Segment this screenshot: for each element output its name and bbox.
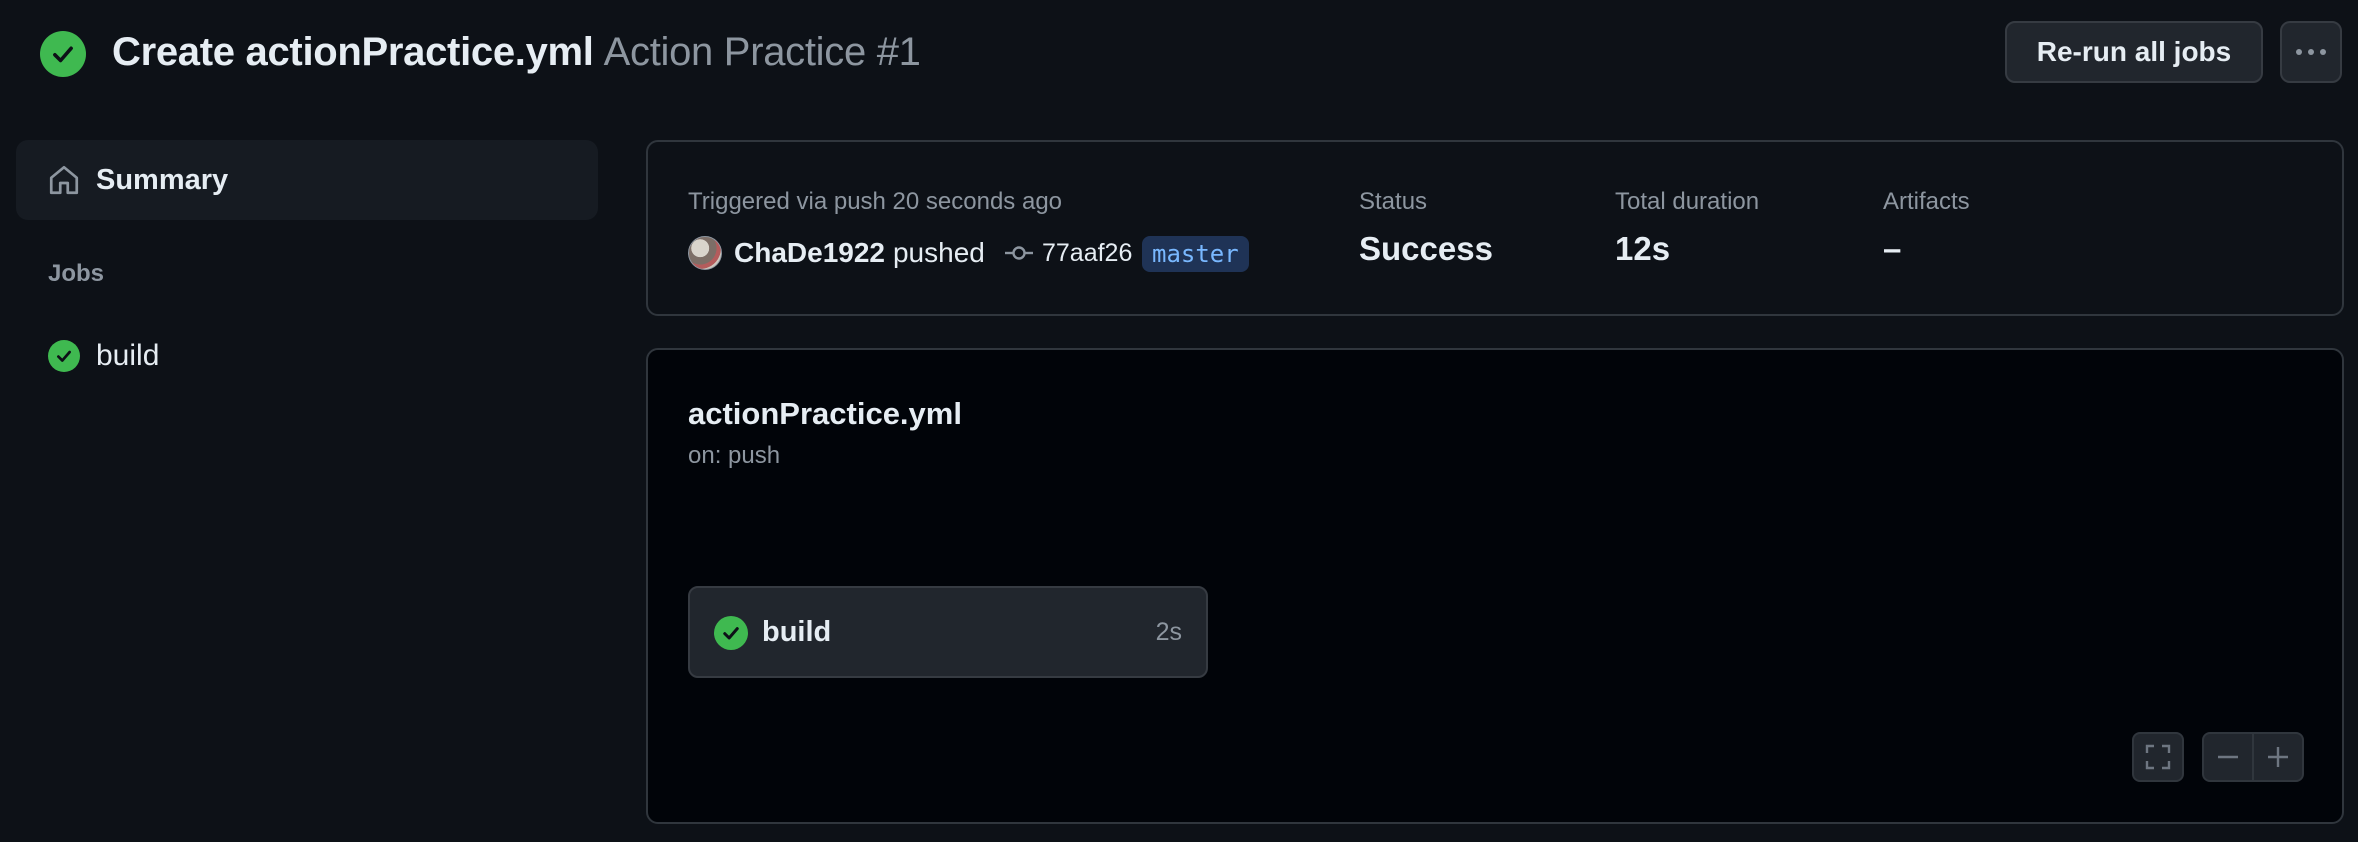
plus-icon <box>2267 747 2288 767</box>
status-value: Success <box>1359 230 1493 267</box>
fullscreen-button[interactable] <box>2132 732 2184 782</box>
job-duration: 2s <box>1155 617 1182 646</box>
push-verb: pushed <box>892 237 985 268</box>
zoom-out-button[interactable] <box>2204 734 2252 780</box>
status-label: Status <box>1359 188 1428 215</box>
git-commit-icon <box>1005 246 1033 260</box>
home-icon <box>49 165 79 195</box>
page-title: Create actionPractice.yml Action Practic… <box>112 24 921 80</box>
artifacts-value: – <box>1883 230 1902 267</box>
kebab-horizontal-icon <box>2296 49 2326 55</box>
workflow-graph-card: actionPractice.yml on: push build 2s <box>646 348 2344 824</box>
duration-value: 12s <box>1615 230 1671 267</box>
trigger-text: Triggered via push 20 seconds ago <box>688 188 1063 215</box>
zoom-in-button[interactable] <box>2254 734 2302 780</box>
sidebar-item-build[interactable]: build <box>16 332 598 380</box>
user-link[interactable]: ChaDe1922 <box>734 237 885 269</box>
pusher-line: ChaDe1922 pushed <box>734 234 985 272</box>
run-title: Create actionPractice.yml <box>112 29 594 74</box>
run-summary-card: Triggered via push 20 seconds ago ChaDe1… <box>646 140 2344 316</box>
page-header: Create actionPractice.yml Action Practic… <box>0 0 2358 104</box>
sidebar-item-summary[interactable]: Summary <box>16 140 598 220</box>
workflow-file-name: actionPractice.yml <box>688 396 962 431</box>
job-node-build[interactable]: build 2s <box>688 586 1208 678</box>
job-name: build <box>762 615 832 648</box>
avatar[interactable] <box>688 236 722 270</box>
success-check-icon <box>48 340 80 372</box>
sidebar-item-label: Summary <box>96 163 229 196</box>
zoom-controls <box>2202 732 2304 782</box>
duration-label: Total duration <box>1615 188 1760 215</box>
fullscreen-icon <box>2145 744 2171 770</box>
more-options-button[interactable] <box>2280 21 2342 83</box>
rerun-all-jobs-button[interactable]: Re-run all jobs <box>2005 21 2263 83</box>
artifacts-label: Artifacts <box>1883 188 1970 215</box>
success-check-icon <box>714 616 748 650</box>
branch-badge[interactable]: master <box>1142 236 1249 272</box>
workflow-trigger: on: push <box>688 442 781 469</box>
commit-sha-link[interactable]: 77aaf26 <box>1042 234 1132 272</box>
success-check-icon <box>40 31 86 77</box>
sidebar-item-label: build <box>96 339 160 372</box>
run-workflow-name: Action Practice #1 <box>603 29 921 74</box>
minus-icon <box>2218 755 2239 759</box>
jobs-heading: Jobs <box>48 260 105 287</box>
